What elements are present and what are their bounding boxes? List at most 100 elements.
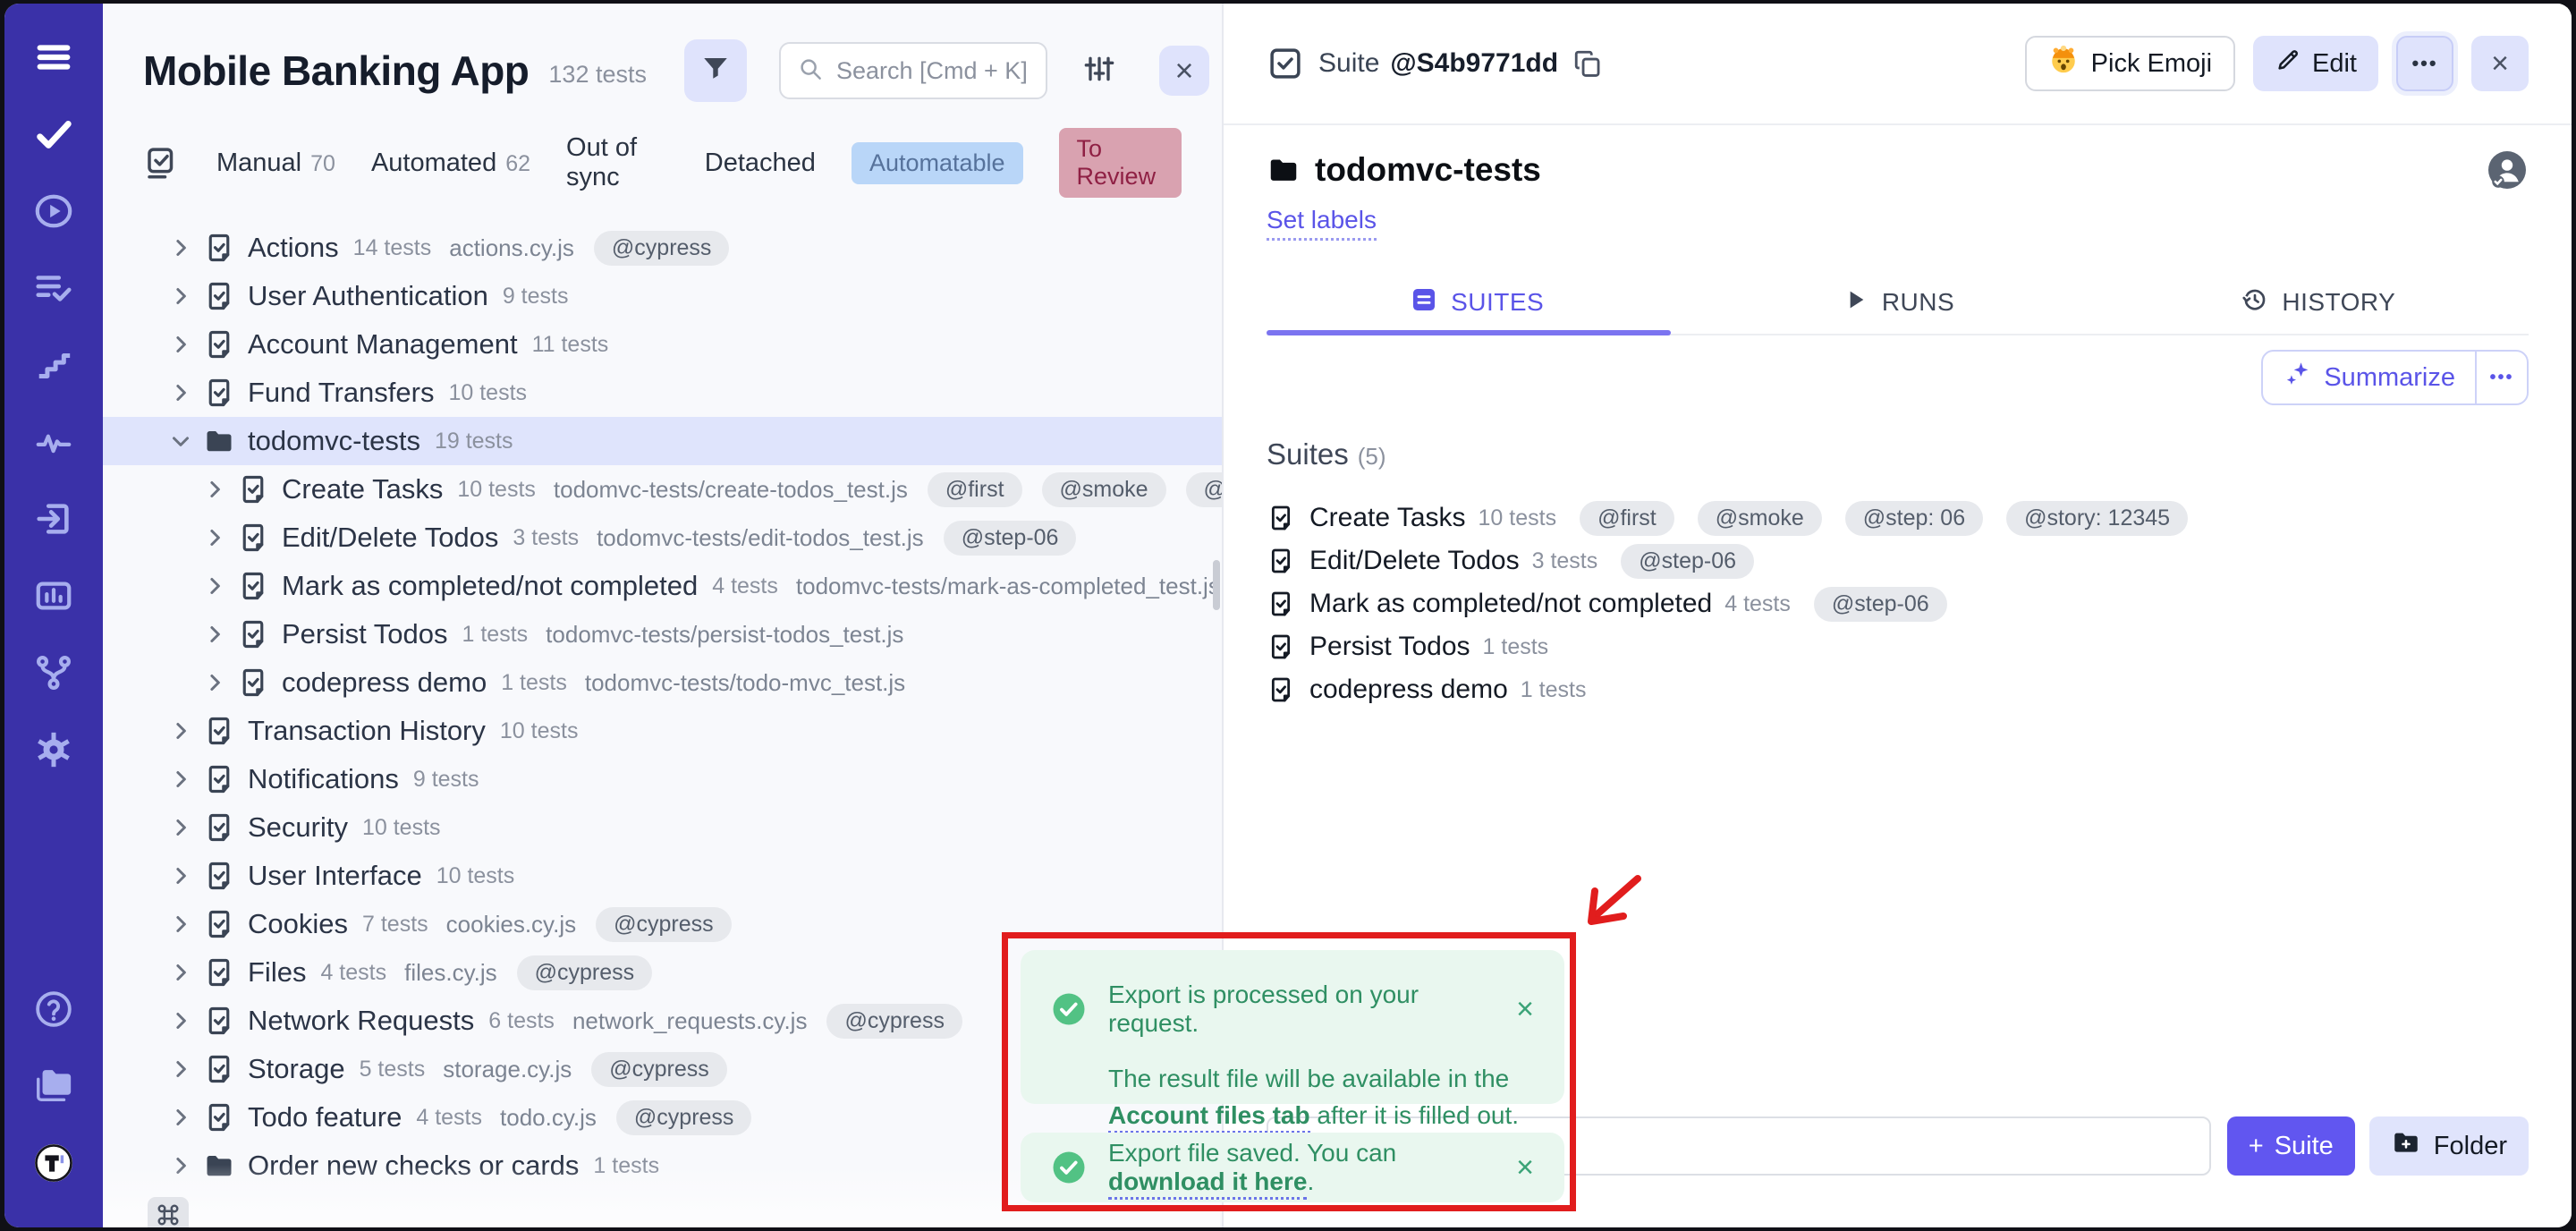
suite-list-item-mark-as-completed-not-completed[interactable]: Mark as completed/not completed4 tests@s… xyxy=(1267,582,2529,625)
tree-row-edit-delete-todos[interactable]: Edit/Delete Todos3 teststodomvc-tests/ed… xyxy=(103,514,1222,562)
tree-row-transaction-history[interactable]: Transaction History10 tests xyxy=(103,707,1222,755)
tag-pill[interactable]: @first xyxy=(1580,501,1674,536)
tree-scrollbar[interactable] xyxy=(1213,560,1220,610)
filter-pill-automatable[interactable]: Automatable xyxy=(852,142,1023,184)
toast-close-icon[interactable]: × xyxy=(1516,1152,1534,1183)
tag-pill[interactable]: @step: 06 xyxy=(1845,501,1983,536)
chevron-right-icon[interactable] xyxy=(167,1104,194,1131)
sidebar-settings-gear-icon[interactable] xyxy=(25,721,82,778)
tab-runs[interactable]: RUNS xyxy=(1687,271,2107,334)
set-labels-link[interactable]: Set labels xyxy=(1267,206,1377,241)
detail-close-button[interactable]: × xyxy=(2471,36,2529,91)
tree-row-user-authentication[interactable]: User Authentication9 tests xyxy=(103,272,1222,320)
filter-tab-detached[interactable]: Detached xyxy=(705,149,816,178)
tag-pill[interactable]: @cypress xyxy=(591,1052,727,1087)
chevron-right-icon[interactable] xyxy=(167,862,194,889)
filter-tab-manual[interactable]: Manual70 xyxy=(216,149,335,178)
keyboard-shortcuts-button[interactable] xyxy=(148,1197,189,1227)
panel-close-button[interactable]: × xyxy=(1159,46,1209,96)
sidebar-import-icon[interactable] xyxy=(25,490,82,548)
filter-tab-automated[interactable]: Automated62 xyxy=(371,149,530,178)
chevron-down-icon[interactable] xyxy=(167,428,194,454)
chevron-right-icon[interactable] xyxy=(167,717,194,744)
chevron-right-icon[interactable] xyxy=(167,814,194,841)
chevron-right-icon[interactable] xyxy=(167,1056,194,1082)
tree-row-account-management[interactable]: Account Management11 tests xyxy=(103,320,1222,369)
tag-pill[interactable]: @step: 06 xyxy=(1186,472,1224,507)
tree-row-user-interface[interactable]: User Interface10 tests xyxy=(103,852,1222,900)
assignee-avatar[interactable] xyxy=(2486,149,2529,191)
sidebar-help-icon[interactable] xyxy=(25,981,82,1038)
tag-pill[interactable]: @cypress xyxy=(826,1004,962,1039)
chevron-right-icon[interactable] xyxy=(201,621,228,648)
filter-tab-out-of-sync[interactable]: Out of sync xyxy=(566,133,669,192)
bulk-select-icon[interactable] xyxy=(143,144,181,182)
tag-pill[interactable]: @step-06 xyxy=(1621,544,1754,579)
tag-pill[interactable]: @cypress xyxy=(594,231,730,266)
tree-row-mark-as-completed-not-completed[interactable]: Mark as completed/not completed4 teststo… xyxy=(103,562,1222,610)
chevron-right-icon[interactable] xyxy=(167,379,194,406)
tree-row-codepress-demo[interactable]: codepress demo1 teststodomvc-tests/todo-… xyxy=(103,658,1222,707)
tag-pill[interactable]: @story: 12345 xyxy=(2006,501,2188,536)
tag-pill[interactable]: @cypress xyxy=(517,955,653,990)
chevron-right-icon[interactable] xyxy=(167,234,194,261)
tree-row-security[interactable]: Security10 tests xyxy=(103,803,1222,852)
tag-pill[interactable]: @cypress xyxy=(596,907,732,942)
tree-row-cookies[interactable]: Cookies7 testscookies.cy.js@cypress xyxy=(103,900,1222,948)
tag-pill[interactable]: @step-06 xyxy=(944,521,1077,556)
pick-emoji-button[interactable]: Pick Emoji xyxy=(2025,36,2235,91)
sidebar-milestones-steps-icon[interactable] xyxy=(25,336,82,394)
filter-button[interactable] xyxy=(684,39,747,102)
view-options-button[interactable] xyxy=(1078,49,1121,92)
sidebar-pulse-icon[interactable] xyxy=(25,413,82,471)
toast-close-icon[interactable]: × xyxy=(1516,994,1534,1024)
tree-row-persist-todos[interactable]: Persist Todos1 teststodomvc-tests/persis… xyxy=(103,610,1222,658)
suite-list-item-edit-delete-todos[interactable]: Edit/Delete Todos3 tests@step-06 xyxy=(1267,539,2529,582)
chevron-right-icon[interactable] xyxy=(167,911,194,938)
chevron-right-icon[interactable] xyxy=(201,669,228,696)
summarize-button[interactable]: Summarize xyxy=(2263,352,2475,403)
tree-row-todomvc-tests[interactable]: todomvc-tests19 tests xyxy=(103,417,1222,465)
tree-row-actions[interactable]: Actions14 testsactions.cy.js@cypress xyxy=(103,224,1222,272)
tag-pill[interactable]: @step-06 xyxy=(1814,587,1947,622)
chevron-right-icon[interactable] xyxy=(167,766,194,793)
sidebar-branches-icon[interactable] xyxy=(25,644,82,701)
suite-list-item-codepress-demo[interactable]: codepress demo1 tests xyxy=(1267,668,2529,711)
summarize-more-button[interactable]: ••• xyxy=(2475,352,2527,403)
tag-pill[interactable]: @cypress xyxy=(616,1100,752,1135)
edit-button[interactable]: Edit xyxy=(2253,36,2378,91)
chevron-right-icon[interactable] xyxy=(167,331,194,358)
tree-row-create-tasks[interactable]: Create Tasks10 teststodomvc-tests/create… xyxy=(103,465,1222,514)
tree-row-notifications[interactable]: Notifications9 tests xyxy=(103,755,1222,803)
chevron-right-icon[interactable] xyxy=(201,476,228,503)
tag-pill[interactable]: @smoke xyxy=(1042,472,1166,507)
chevron-right-icon[interactable] xyxy=(201,524,228,551)
search-input[interactable] xyxy=(836,57,1030,85)
add-suite-button[interactable]: + Suite xyxy=(2227,1116,2355,1176)
sidebar-runs-play-icon[interactable] xyxy=(25,183,82,240)
chevron-right-icon[interactable] xyxy=(201,573,228,599)
tab-suites[interactable]: SUITES xyxy=(1267,271,1687,334)
sidebar-projects-folder-icon[interactable] xyxy=(25,1057,82,1115)
add-folder-button[interactable]: Folder xyxy=(2369,1116,2529,1176)
search-box[interactable] xyxy=(779,42,1047,99)
tree-row-fund-transfers[interactable]: Fund Transfers10 tests xyxy=(103,369,1222,417)
sidebar-logo-icon[interactable] xyxy=(25,1134,82,1192)
download-link[interactable]: download it here xyxy=(1108,1167,1307,1200)
tab-history[interactable]: HISTORY xyxy=(2108,271,2529,334)
account-files-tab-link[interactable]: Account files tab xyxy=(1108,1101,1310,1133)
suite-list-item-create-tasks[interactable]: Create Tasks10 tests@first@smoke@step: 0… xyxy=(1267,497,2529,539)
more-actions-button[interactable]: ••• xyxy=(2396,36,2453,91)
chevron-right-icon[interactable] xyxy=(167,1152,194,1179)
sidebar-tests-check-icon[interactable] xyxy=(25,106,82,163)
tag-pill[interactable]: @smoke xyxy=(1698,501,1822,536)
sidebar-analytics-icon[interactable] xyxy=(25,567,82,624)
chevron-right-icon[interactable] xyxy=(167,959,194,986)
sidebar-menu-icon[interactable] xyxy=(25,29,82,86)
chevron-right-icon[interactable] xyxy=(167,283,194,310)
sidebar-test-plans-icon[interactable] xyxy=(25,259,82,317)
suite-list-item-persist-todos[interactable]: Persist Todos1 tests xyxy=(1267,625,2529,668)
filter-pill-to-review[interactable]: To Review xyxy=(1059,128,1182,198)
copy-icon[interactable] xyxy=(1572,48,1603,79)
tag-pill[interactable]: @first xyxy=(928,472,1022,507)
